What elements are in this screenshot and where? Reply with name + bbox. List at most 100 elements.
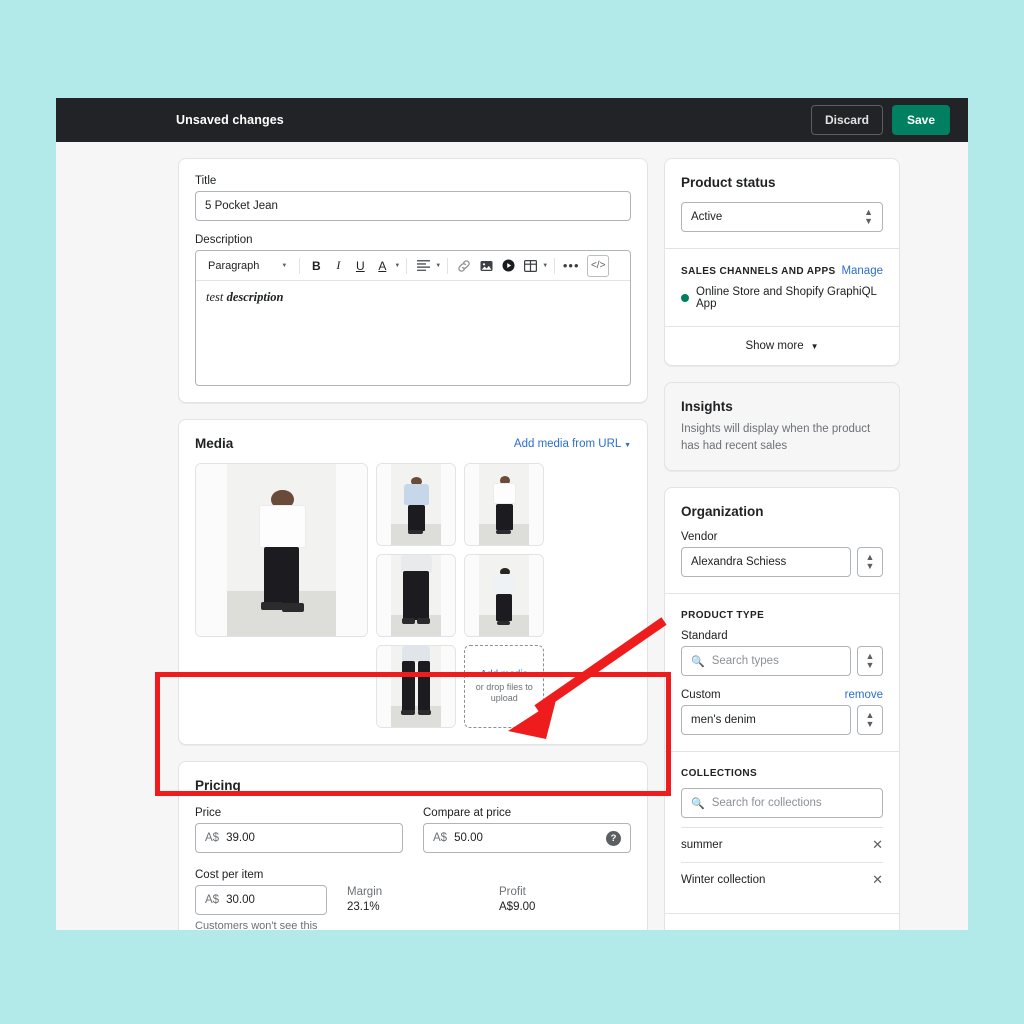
drop-files-hint: or drop files to upload [465, 682, 543, 705]
compare-at-price-label: Compare at price [423, 807, 631, 819]
code-icon[interactable]: </> [587, 255, 609, 277]
divider [447, 258, 448, 274]
insights-title: Insights [681, 399, 883, 414]
link-icon[interactable] [454, 256, 474, 276]
organization-title: Organization [681, 504, 883, 519]
divider [554, 258, 555, 274]
manage-channels-link[interactable]: Manage [841, 265, 883, 277]
margin-label: Margin [347, 886, 479, 898]
standard-label: Standard [681, 630, 883, 642]
table-icon[interactable] [520, 256, 540, 276]
margin-value: 23.1% [347, 901, 479, 913]
product-status-title: Product status [681, 175, 883, 190]
compare-value: 50.00 [454, 832, 483, 844]
collections-search-input[interactable]: 🔍 Search for collections [681, 788, 883, 818]
media-thumbnail[interactable] [376, 463, 456, 546]
collection-item: Winter collection ✕ [681, 862, 883, 897]
chevron-down-icon[interactable]: ▼ [394, 263, 400, 269]
title-label: Title [195, 175, 631, 187]
media-card: Media Add media from URL ▼ [178, 419, 648, 745]
vendor-input[interactable]: Alexandra Schiess [681, 547, 851, 577]
cost-currency: A$ [205, 894, 219, 906]
show-more-button[interactable]: Show more ▼ [665, 326, 899, 365]
close-icon[interactable]: ✕ [872, 872, 883, 888]
help-icon[interactable]: ? [606, 831, 621, 846]
close-icon[interactable]: ✕ [872, 837, 883, 853]
add-media-from-url-button[interactable]: Add media from URL ▼ [514, 438, 631, 450]
italic-icon[interactable]: I [328, 256, 348, 276]
image-icon[interactable] [476, 256, 496, 276]
sales-channels-heading: SALES CHANNELS AND APPS [681, 266, 836, 277]
media-thumbnail[interactable] [195, 463, 368, 637]
insights-text: Insights will display when the product h… [681, 421, 883, 454]
title-description-card: Title 5 Pocket Jean Description Paragrap… [178, 158, 648, 403]
custom-type-input[interactable]: men's denim [681, 705, 851, 735]
product-type-stepper-icon[interactable]: ▲▼ [857, 646, 883, 676]
product-status-value: Active [691, 211, 722, 223]
product-type-heading: PRODUCT TYPE [681, 610, 883, 621]
cost-per-item-input[interactable]: A$ 30.00 [195, 885, 327, 915]
insights-card: Insights Insights will display when the … [664, 382, 900, 471]
paragraph-style-select[interactable]: Paragraph ▼ [202, 257, 293, 275]
collection-name: Winter collection [681, 874, 765, 886]
channel-name: Online Store and Shopify GraphiQL App [696, 286, 883, 310]
profit-value: A$9.00 [499, 901, 631, 913]
price-currency: A$ [205, 832, 219, 844]
top-bar: Unsaved changes Discard Save [56, 98, 968, 142]
product-type-placeholder: Search types [712, 655, 779, 667]
unsaved-changes-label: Unsaved changes [176, 113, 811, 127]
chevron-down-icon: ▼ [281, 263, 287, 269]
select-stepper-icon: ▲▼ [864, 208, 873, 226]
cost-hint: Customers won't see this [195, 920, 327, 930]
media-thumbnail[interactable] [464, 463, 544, 546]
align-icon[interactable] [413, 256, 433, 276]
more-icon[interactable]: ••• [561, 256, 581, 276]
add-media-link: Add media [480, 669, 528, 680]
divider [299, 258, 300, 274]
editor-toolbar: Paragraph ▼ B I U A ▼ ▼ [196, 251, 630, 281]
collections-placeholder: Search for collections [712, 797, 822, 809]
chevron-down-icon: ▼ [811, 342, 819, 351]
chevron-down-icon: ▼ [624, 442, 631, 449]
media-thumbnail[interactable] [464, 554, 544, 637]
chevron-down-icon[interactable]: ▼ [542, 263, 548, 269]
custom-type-stepper-icon[interactable]: ▲▼ [857, 705, 883, 735]
collection-item: summer ✕ [681, 827, 883, 862]
underline-icon[interactable]: U [350, 256, 370, 276]
divider [406, 258, 407, 274]
compare-at-price-input[interactable]: A$ 50.00 ? [423, 823, 631, 853]
price-value: 39.00 [226, 832, 255, 844]
media-thumbnail[interactable] [376, 645, 456, 728]
title-input[interactable]: 5 Pocket Jean [195, 191, 631, 221]
product-type-search-input[interactable]: 🔍 Search types [681, 646, 851, 676]
search-icon: 🔍 [691, 797, 705, 810]
pricing-title: Pricing [195, 778, 631, 793]
pricing-card: Pricing Price A$ 39.00 Compare at price … [178, 761, 648, 930]
product-status-card: Product status Active ▲▼ SALES CHANNELS … [664, 158, 900, 366]
vendor-stepper-icon[interactable]: ▲▼ [857, 547, 883, 577]
video-icon[interactable] [498, 256, 518, 276]
media-thumbnail[interactable] [376, 554, 456, 637]
compare-currency: A$ [433, 832, 447, 844]
custom-label: Custom [681, 689, 721, 701]
vendor-label: Vendor [681, 531, 883, 543]
price-input[interactable]: A$ 39.00 [195, 823, 403, 853]
product-status-select[interactable]: Active ▲▼ [681, 202, 883, 232]
discard-button[interactable]: Discard [811, 105, 883, 135]
media-title: Media [195, 436, 233, 451]
cost-value: 30.00 [226, 894, 255, 906]
bold-icon[interactable]: B [306, 256, 326, 276]
description-editor[interactable]: Paragraph ▼ B I U A ▼ ▼ [195, 250, 631, 386]
text-color-icon[interactable]: A [372, 256, 392, 276]
status-dot-icon [681, 294, 689, 302]
organization-card: Organization Vendor Alexandra Schiess ▲▼… [664, 487, 900, 930]
description-content[interactable]: test description [196, 281, 630, 385]
chevron-down-icon[interactable]: ▼ [435, 263, 441, 269]
collection-name: summer [681, 839, 723, 851]
media-grid: Add media or drop files to upload [195, 463, 631, 728]
collections-heading: COLLECTIONS [681, 768, 883, 779]
add-media-dropzone[interactable]: Add media or drop files to upload [464, 645, 544, 728]
main-column: Title 5 Pocket Jean Description Paragrap… [178, 158, 648, 930]
save-button[interactable]: Save [892, 105, 950, 135]
remove-custom-link[interactable]: remove [845, 689, 883, 701]
